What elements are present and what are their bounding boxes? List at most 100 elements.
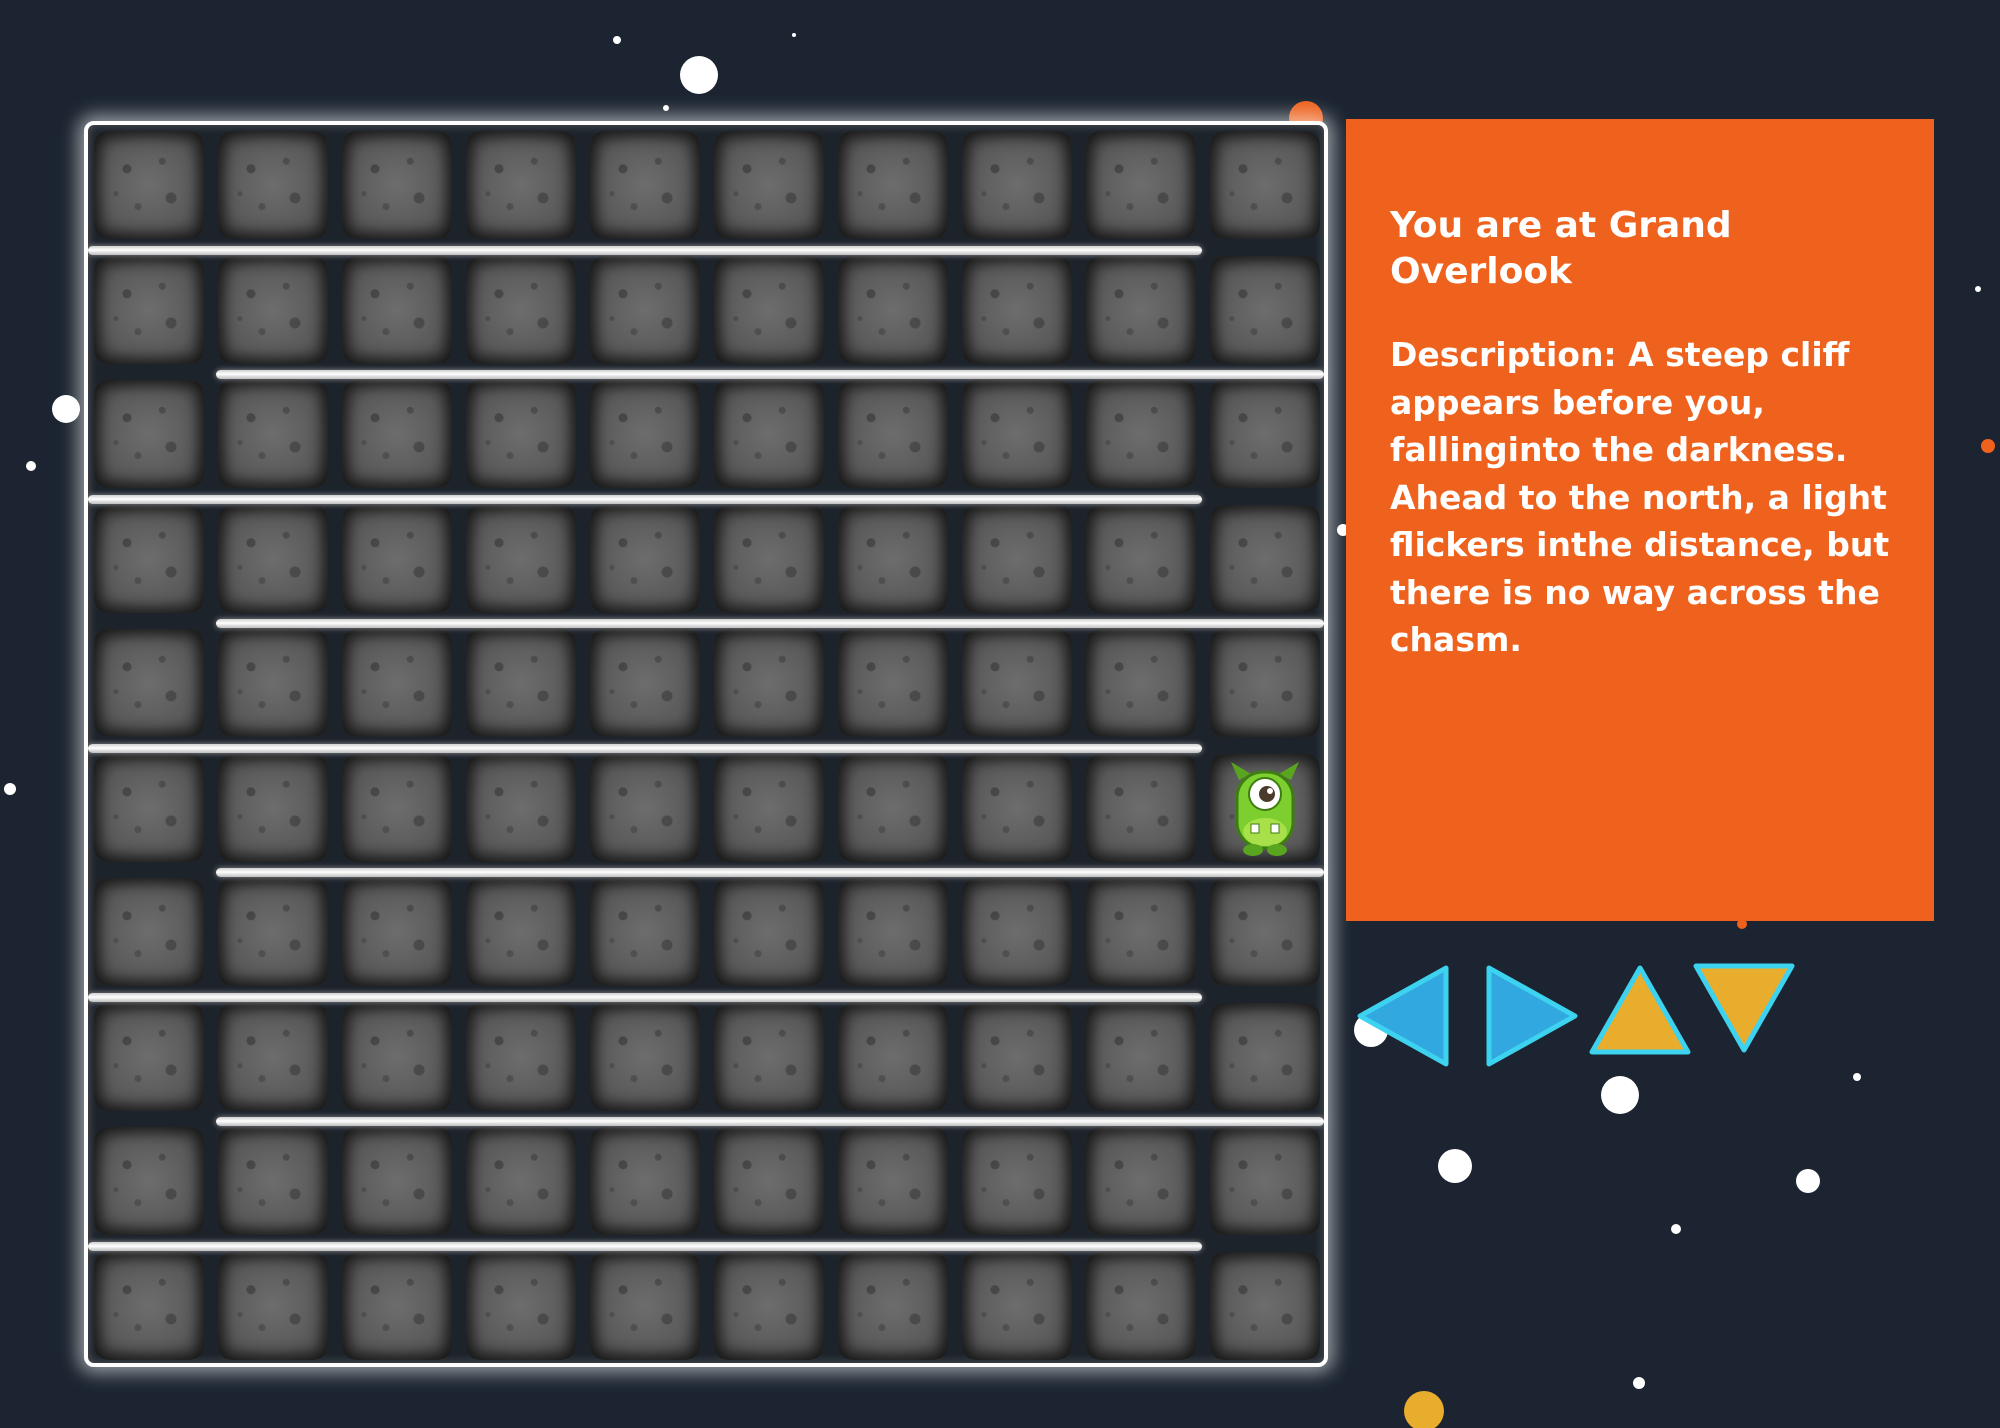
maze-tile bbox=[94, 1251, 204, 1360]
maze-wall bbox=[88, 494, 1202, 504]
maze-tile bbox=[466, 1251, 576, 1360]
maze-tile bbox=[342, 380, 452, 488]
maze-tile bbox=[838, 131, 948, 239]
move-west-button[interactable] bbox=[1354, 962, 1452, 1070]
star bbox=[680, 56, 718, 94]
maze-tile bbox=[590, 1251, 700, 1360]
maze-tile bbox=[962, 1127, 1072, 1235]
maze-tile bbox=[218, 131, 328, 239]
maze-tile bbox=[714, 629, 824, 737]
maze-tile bbox=[1210, 629, 1320, 737]
left-arrow-icon bbox=[1357, 965, 1449, 1067]
star bbox=[613, 36, 621, 44]
location-info-panel: You are at Grand Overlook Description: A… bbox=[1346, 119, 1934, 921]
maze-tile bbox=[714, 504, 824, 613]
maze-tile bbox=[590, 380, 700, 488]
maze-tile bbox=[218, 1251, 328, 1360]
maze-tile bbox=[714, 753, 824, 862]
maze-wall bbox=[88, 245, 1202, 255]
maze-tile bbox=[590, 629, 700, 737]
maze-tile bbox=[342, 878, 452, 986]
maze-tile bbox=[838, 753, 948, 862]
maze-tile bbox=[1086, 504, 1196, 613]
star bbox=[4, 783, 16, 795]
star bbox=[663, 105, 669, 111]
maze-tile bbox=[218, 629, 328, 737]
maze-tile bbox=[466, 753, 576, 862]
move-south-button[interactable] bbox=[1690, 960, 1798, 1055]
maze-tile bbox=[94, 878, 204, 986]
maze-tile bbox=[714, 878, 824, 986]
maze-tile bbox=[714, 131, 824, 239]
maze-tile bbox=[94, 753, 204, 862]
maze-tile bbox=[1086, 629, 1196, 737]
maze-tile bbox=[1086, 131, 1196, 239]
maze-tile bbox=[838, 629, 948, 737]
maze-tile bbox=[1210, 878, 1320, 986]
maze-tile bbox=[1210, 1127, 1320, 1235]
maze-tile bbox=[94, 629, 204, 737]
maze-tile bbox=[94, 255, 204, 364]
maze-tile bbox=[1210, 131, 1320, 239]
star bbox=[1975, 286, 1981, 292]
move-east-button[interactable] bbox=[1483, 962, 1581, 1070]
maze-tile bbox=[94, 131, 204, 239]
maze-tile bbox=[962, 629, 1072, 737]
maze-tile bbox=[1086, 255, 1196, 364]
star bbox=[1601, 1076, 1639, 1114]
star bbox=[1981, 439, 1995, 453]
maze-wall bbox=[88, 1241, 1202, 1251]
maze-tile bbox=[590, 504, 700, 613]
maze-tile bbox=[218, 878, 328, 986]
star bbox=[1633, 1377, 1645, 1389]
star bbox=[1404, 1391, 1444, 1428]
maze-tile bbox=[94, 1002, 204, 1111]
maze-wall bbox=[216, 868, 1324, 877]
maze-tile bbox=[218, 753, 328, 862]
maze-tile bbox=[838, 380, 948, 488]
maze-tile bbox=[94, 504, 204, 613]
maze-tile bbox=[466, 878, 576, 986]
maze-tile bbox=[218, 380, 328, 488]
maze-tile bbox=[342, 1127, 452, 1235]
maze-tile bbox=[466, 1127, 576, 1235]
maze-tile bbox=[218, 1127, 328, 1235]
maze-tile bbox=[218, 1002, 328, 1111]
maze-tile bbox=[466, 380, 576, 488]
maze-tile bbox=[1086, 753, 1196, 862]
move-north-button[interactable] bbox=[1586, 962, 1694, 1057]
star bbox=[792, 33, 796, 37]
maze-tile bbox=[466, 629, 576, 737]
maze-tile bbox=[962, 131, 1072, 239]
maze-tile bbox=[1210, 1251, 1320, 1360]
maze-tile bbox=[342, 1002, 452, 1111]
maze-tile bbox=[1086, 1251, 1196, 1360]
maze-tile bbox=[838, 1127, 948, 1235]
maze-tile bbox=[838, 1251, 948, 1360]
maze-tile bbox=[962, 380, 1072, 488]
location-description: Description: A steep cliff appears befor… bbox=[1390, 335, 1890, 659]
maze-tile bbox=[714, 255, 824, 364]
maze-tile bbox=[1210, 504, 1320, 613]
maze-tile bbox=[342, 753, 452, 862]
maze-wall bbox=[216, 1117, 1324, 1126]
star bbox=[52, 395, 80, 423]
maze-tile bbox=[1086, 1127, 1196, 1235]
maze-tile bbox=[590, 753, 700, 862]
maze-tile bbox=[714, 1251, 824, 1360]
star bbox=[1796, 1169, 1820, 1193]
maze-tile bbox=[1086, 1002, 1196, 1111]
maze-tile bbox=[1086, 380, 1196, 488]
up-arrow-icon bbox=[1589, 965, 1691, 1055]
maze-tile bbox=[590, 131, 700, 239]
maze-tile bbox=[218, 255, 328, 364]
maze-tile bbox=[590, 878, 700, 986]
maze-wall bbox=[88, 743, 1202, 753]
maze-tile bbox=[342, 1251, 452, 1360]
maze-wall bbox=[88, 992, 1202, 1002]
maze-wall bbox=[216, 370, 1324, 379]
maze-board bbox=[84, 121, 1328, 1367]
maze-tile bbox=[714, 1127, 824, 1235]
maze-tile bbox=[1210, 1002, 1320, 1111]
maze-tile bbox=[838, 878, 948, 986]
